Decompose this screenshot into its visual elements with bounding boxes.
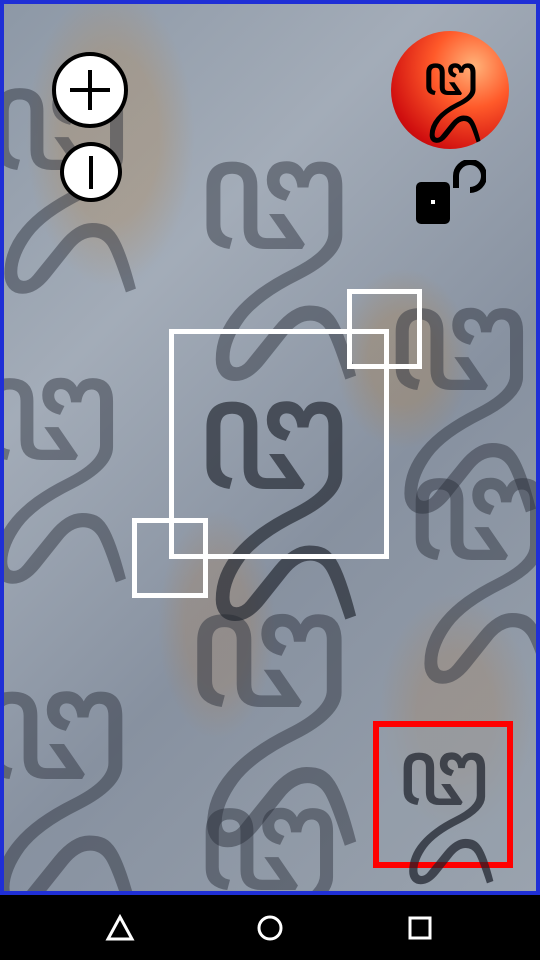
reference-glyph: ꦈ [396,715,490,828]
home-circle-icon[interactable] [230,895,310,960]
zoom-plus-icon[interactable] [52,52,128,128]
carved-glyph: ꦈ [194,752,341,895]
resize-handle-top-right[interactable] [347,289,422,369]
carved-glyph: ꦈ [4,334,120,484]
info-icon[interactable] [60,142,122,202]
system-navigation-bar [0,895,540,960]
carved-glyph: ꦈ [184,550,350,748]
back-triangle-icon[interactable] [80,895,160,960]
unlocked-padlock-icon[interactable] [416,159,488,226]
carved-glyph: ꦈ [404,422,540,596]
letter-ball-glyph: ꦈ [421,41,479,109]
carved-glyph: ꦈ [4,644,130,804]
reference-glyph-box[interactable]: ꦈ [373,716,513,868]
resize-handle-bottom-left[interactable] [132,518,208,598]
letter-ball-button[interactable]: ꦈ [391,31,509,149]
carved-glyph: ꦈ [194,100,351,287]
recent-square-icon[interactable] [380,895,460,960]
